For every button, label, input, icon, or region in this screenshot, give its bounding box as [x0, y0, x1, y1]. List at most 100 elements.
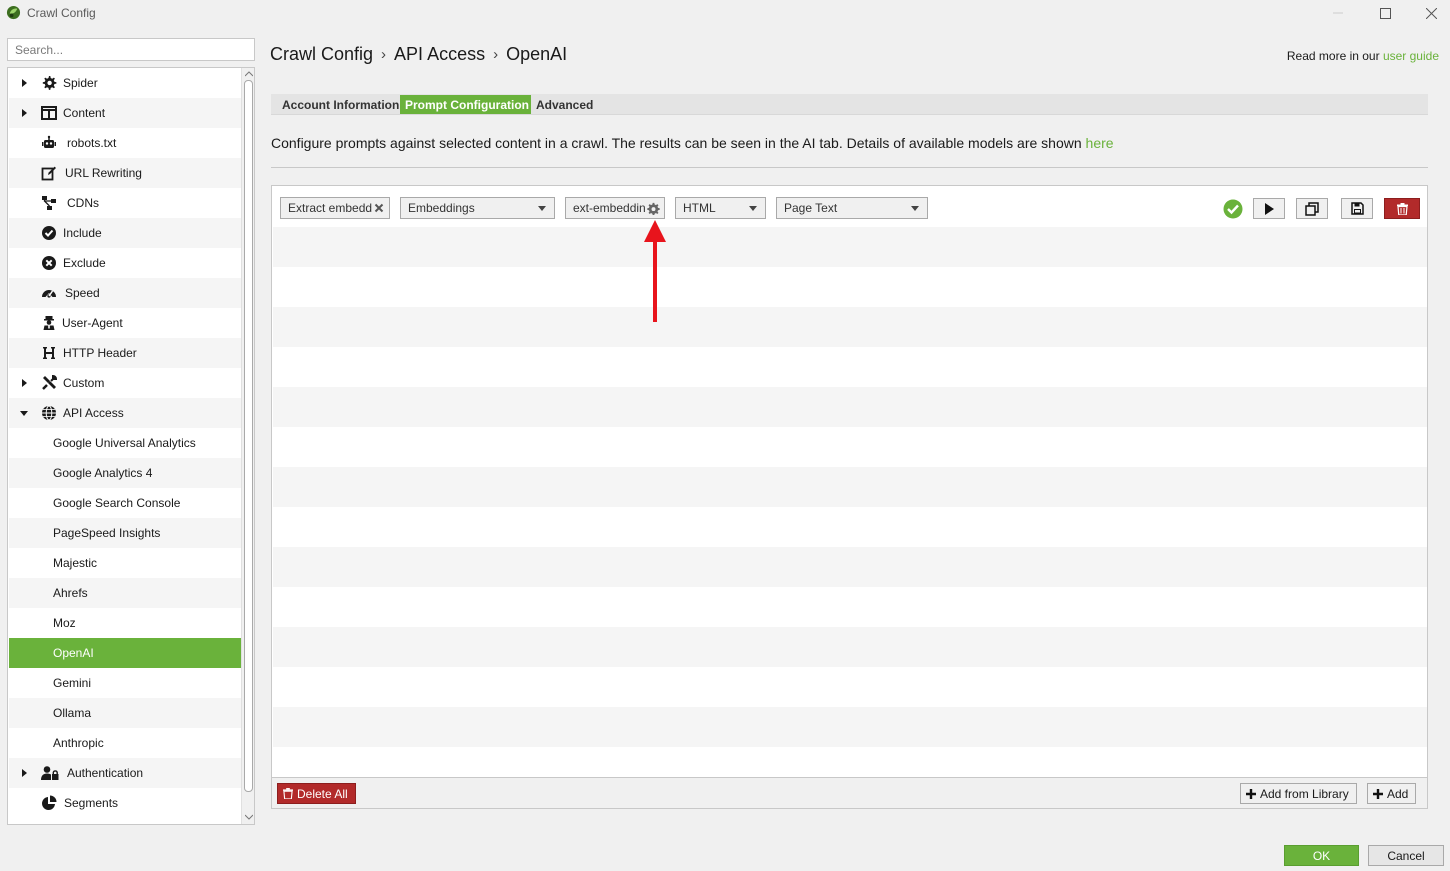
search-input[interactable] — [7, 38, 255, 61]
sidebar-item-url-rewriting[interactable]: URL Rewriting — [9, 158, 241, 188]
sidebar-item-segments[interactable]: Segments — [9, 788, 241, 818]
collapse-arrow-icon[interactable] — [19, 408, 29, 418]
trash-icon — [1396, 202, 1408, 215]
sidebar-item-majestic[interactable]: Majestic — [9, 548, 241, 578]
sidebar-item-api-access[interactable]: API Access — [9, 398, 241, 428]
tab-prompt-configuration[interactable]: Prompt Configuration — [400, 95, 534, 114]
ok-button[interactable]: OK — [1284, 845, 1359, 866]
sidebar-item-label: CDNs — [67, 196, 99, 210]
tab-advanced[interactable]: Advanced — [531, 95, 599, 114]
prompt-name-field[interactable]: Extract embedd — [280, 197, 390, 219]
prompt-list-panel: Extract embedd Embeddings ext-embeddin H… — [271, 185, 1428, 809]
sidebar-item-label: Speed — [65, 286, 100, 300]
sidebar-item-gemini[interactable]: Gemini — [9, 668, 241, 698]
sidebar-item-custom[interactable]: Custom — [9, 368, 241, 398]
empty-row — [273, 307, 1427, 347]
description-text: Configure prompts against selected conte… — [271, 135, 1082, 151]
sidebar-item-robots[interactable]: robots.txt — [9, 128, 241, 158]
run-button[interactable] — [1253, 198, 1285, 219]
sidebar-item-ollama[interactable]: Ollama — [9, 698, 241, 728]
sidebar-item-authentication[interactable]: Authentication — [9, 758, 241, 788]
empty-row — [273, 547, 1427, 587]
prompt-name-value: Extract embedd — [288, 201, 373, 215]
save-button[interactable] — [1341, 198, 1373, 219]
delete-row-button[interactable] — [1384, 198, 1420, 219]
sidebar-item-moz[interactable]: Moz — [9, 608, 241, 638]
header-h-icon — [43, 347, 55, 359]
expand-arrow-icon[interactable] — [19, 108, 29, 118]
empty-row — [273, 267, 1427, 307]
sidebar-item-ahrefs[interactable]: Ahrefs — [9, 578, 241, 608]
format-value: HTML — [683, 201, 716, 215]
maximize-icon — [1379, 7, 1391, 19]
sidebar-item-anthropic[interactable]: Anthropic — [9, 728, 241, 758]
empty-row — [273, 507, 1427, 547]
sidebar-item-openai[interactable]: OpenAI — [9, 638, 241, 668]
user-guide-link[interactable]: user guide — [1383, 49, 1439, 63]
model-field[interactable]: ext-embeddin — [565, 197, 665, 219]
sidebar-item-http-header[interactable]: HTTP Header — [9, 338, 241, 368]
sidebar-item-google-analytics-4[interactable]: Google Analytics 4 — [9, 458, 241, 488]
panel-footer: Delete All Add from Library Add — [272, 777, 1427, 808]
expand-arrow-icon[interactable] — [19, 768, 29, 778]
user-lock-icon — [41, 766, 59, 780]
gear-icon — [42, 76, 57, 90]
copy-icon — [1305, 201, 1319, 216]
sidebar-item-google-search-console[interactable]: Google Search Console — [9, 488, 241, 518]
scroll-up-arrow-icon[interactable] — [245, 71, 253, 77]
plus-icon — [1246, 788, 1256, 799]
sidebar-item-label: Moz — [53, 616, 76, 630]
config-tree: Spider Content robots.txt URL Rewriting … — [7, 67, 255, 825]
add-from-library-label: Add from Library — [1260, 786, 1349, 801]
play-icon — [1265, 202, 1274, 215]
scroll-down-arrow-icon[interactable] — [245, 814, 253, 820]
pie-chart-icon — [42, 795, 57, 810]
maximize-button[interactable] — [1362, 0, 1408, 26]
trash-icon — [283, 788, 293, 799]
delete-all-button[interactable]: Delete All — [277, 783, 356, 804]
close-button[interactable] — [1408, 0, 1450, 26]
duplicate-button[interactable] — [1296, 198, 1328, 219]
tree-scrollbar[interactable] — [241, 68, 254, 824]
add-button[interactable]: Add — [1367, 783, 1417, 804]
sidebar-item-include[interactable]: Include — [9, 218, 241, 248]
content-select[interactable]: Page Text — [776, 197, 928, 219]
app-logo-icon — [6, 5, 21, 20]
save-icon — [1350, 202, 1364, 215]
prompt-type-select[interactable]: Embeddings — [400, 197, 555, 219]
sidebar-item-label: Spider — [63, 76, 98, 90]
empty-row — [273, 667, 1427, 707]
sidebar-item-user-agent[interactable]: User-Agent — [9, 308, 241, 338]
clear-icon[interactable] — [374, 203, 384, 213]
window-title: Crawl Config — [27, 6, 96, 20]
empty-row — [273, 347, 1427, 387]
sidebar-item-label: Ahrefs — [53, 586, 88, 600]
empty-row — [273, 467, 1427, 507]
tab-account-information[interactable]: Account Information — [277, 95, 405, 114]
expand-arrow-icon[interactable] — [19, 78, 29, 88]
sidebar-item-google-universal-analytics[interactable]: Google Universal Analytics — [9, 428, 241, 458]
gear-icon[interactable] — [647, 202, 660, 215]
sidebar-item-label: Majestic — [53, 556, 98, 570]
add-from-library-button[interactable]: Add from Library — [1240, 783, 1357, 804]
format-select[interactable]: HTML — [675, 197, 766, 219]
models-here-link[interactable]: here — [1086, 135, 1114, 151]
sidebar-item-label: robots.txt — [67, 136, 117, 150]
close-icon — [1425, 7, 1437, 19]
sidebar-item-cdns[interactable]: CDNs — [9, 188, 241, 218]
sidebar-item-label: Anthropic — [53, 736, 104, 750]
sidebar-item-content[interactable]: Content — [9, 98, 241, 128]
sidebar-item-exclude[interactable]: Exclude — [9, 248, 241, 278]
cancel-button[interactable]: Cancel — [1368, 845, 1444, 866]
edit-icon — [41, 166, 56, 181]
empty-row — [273, 427, 1427, 467]
check-circle-icon — [42, 226, 56, 240]
sidebar-item-label: Segments — [64, 796, 119, 810]
sidebar-item-speed[interactable]: Speed — [9, 278, 241, 308]
expand-arrow-icon[interactable] — [19, 378, 29, 388]
sidebar-item-spider[interactable]: Spider — [9, 68, 241, 98]
minimize-button[interactable] — [1315, 0, 1361, 26]
scroll-thumb[interactable] — [244, 80, 253, 792]
sidebar-item-label: Gemini — [53, 676, 92, 690]
sidebar-item-pagespeed-insights[interactable]: PageSpeed Insights — [9, 518, 241, 548]
